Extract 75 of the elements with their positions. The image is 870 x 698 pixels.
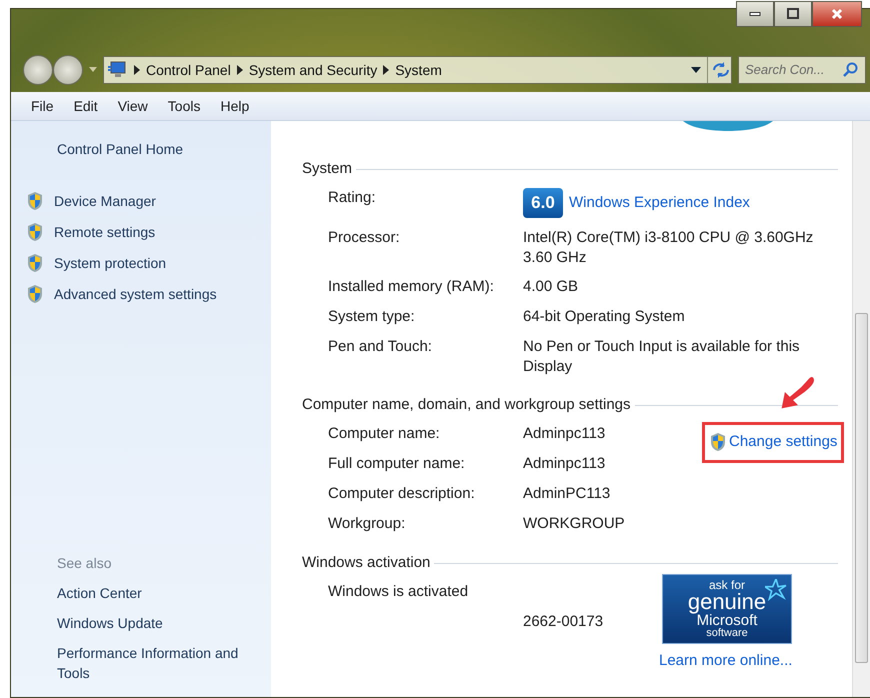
badge-text: genuine	[688, 591, 766, 613]
chevron-icon[interactable]	[134, 65, 140, 75]
menu-item[interactable]: View	[108, 96, 158, 116]
chevron-icon[interactable]	[383, 65, 390, 75]
field-label: Rating:	[328, 188, 377, 208]
value-text: 64-bit Operating System	[523, 307, 685, 327]
field-label: Pen and Touch:	[328, 337, 433, 357]
refresh-icon[interactable]	[707, 57, 731, 83]
breadcrumb-item[interactable]: Control Panel	[146, 60, 231, 80]
value-text: 2662-00173	[523, 612, 604, 632]
section-heading: System	[302, 158, 352, 179]
rating-badge: 6.0	[523, 188, 563, 218]
sidebar-link[interactable]: Remote settings	[54, 222, 156, 242]
experience-index-link[interactable]: Windows Experience Index	[569, 193, 750, 213]
section-heading: Windows activation	[302, 552, 430, 573]
minimize-button[interactable]	[736, 1, 774, 27]
sidebar-link[interactable]: Device Manager	[54, 190, 156, 210]
sidebar-link[interactable]: Performance Information and Tools	[26, 643, 266, 683]
value-text: Windows is activated	[328, 582, 468, 602]
value-text: Adminpc113	[523, 454, 606, 474]
close-icon	[831, 8, 843, 20]
badge-text: ask for	[708, 579, 745, 591]
value-text: Adminpc113	[523, 424, 606, 444]
search-icon[interactable]	[843, 62, 859, 78]
shield-icon	[709, 432, 727, 452]
menu-item[interactable]: Tools	[158, 96, 210, 116]
shield-icon	[26, 222, 44, 242]
maximize-button[interactable]	[774, 1, 812, 27]
learn-more-link[interactable]: Learn more online...	[659, 650, 792, 672]
breadcrumb-item[interactable]: System	[395, 60, 442, 80]
minimize-icon	[749, 12, 761, 16]
value-text: WORKGROUP	[523, 514, 625, 534]
back-button[interactable]	[23, 55, 53, 85]
scrollbar[interactable]	[852, 121, 870, 697]
shield-icon	[26, 252, 44, 272]
computer-icon	[108, 61, 128, 79]
sidebar-link[interactable]: Advanced system settings	[54, 284, 217, 304]
section-heading: Computer name, domain, and workgroup settings	[302, 394, 631, 415]
menu-item[interactable]: Edit	[64, 96, 108, 116]
shield-icon	[26, 190, 44, 210]
chevron-icon[interactable]	[236, 65, 243, 75]
value-text: No Pen or Touch Input is available for this Display	[523, 337, 801, 377]
search-field[interactable]: Search Con...	[738, 56, 866, 84]
scroll-thumb[interactable]	[855, 313, 868, 663]
change-settings-link[interactable]: Change settings	[729, 431, 838, 454]
search-input[interactable]: Search Con...	[743, 59, 843, 81]
annotation-arrow	[780, 374, 816, 410]
field-label: Computer description:	[328, 484, 476, 504]
shield-icon	[26, 284, 44, 304]
badge-text: Microsoft	[696, 613, 758, 628]
sidebar-link[interactable]: System protection	[54, 252, 166, 272]
star-icon	[765, 579, 787, 601]
menu-item[interactable]: File	[21, 96, 64, 116]
sidebar-link[interactable]: Control Panel Home	[26, 139, 184, 159]
menu-item[interactable]: Help	[210, 96, 260, 116]
genuine-badge[interactable]: ask for genuine Microsoft software	[662, 574, 792, 644]
value-text: AdminPC113	[523, 484, 610, 504]
forward-button[interactable]	[53, 55, 83, 85]
field-label: Workgroup:	[328, 514, 406, 534]
sidebar-link[interactable]: Windows Update	[26, 613, 266, 633]
breadcrumb-item[interactable]: System and Security	[248, 60, 378, 80]
section-label: See also	[56, 554, 112, 573]
sidebar-link[interactable]: Action Center	[26, 583, 266, 603]
value-text: 4.00 GB	[523, 277, 578, 297]
field-label: Processor:	[328, 228, 401, 248]
field-label: Full computer name:	[328, 454, 466, 474]
field-label: System type:	[328, 307, 416, 327]
value-text: Intel(R) Core(TM) i3-8100 CPU @ 3.60GHz 3.60 GHz	[523, 228, 814, 268]
close-button[interactable]	[812, 1, 862, 27]
field-label: Installed memory (RAM):	[328, 277, 495, 297]
maximize-icon	[787, 8, 799, 20]
address-bar[interactable]: Control Panel System and Security System	[103, 56, 732, 84]
field-label: Computer name:	[328, 424, 441, 444]
badge-text: software	[706, 628, 748, 639]
dropdown-icon[interactable]	[691, 67, 701, 73]
